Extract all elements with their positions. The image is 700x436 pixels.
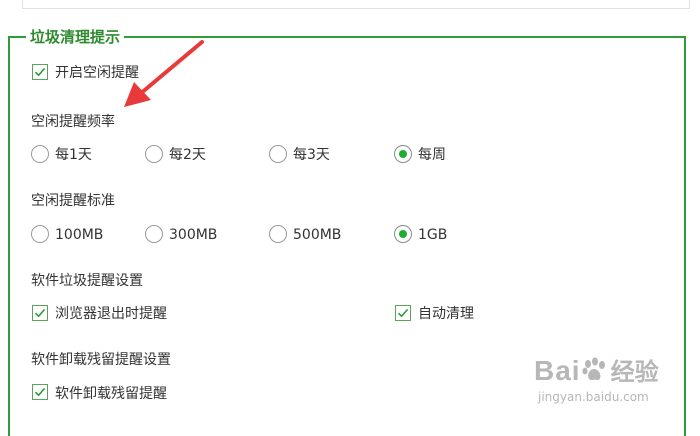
threshold-radio-100mb[interactable]	[31, 225, 49, 243]
checkmark-icon	[34, 308, 46, 318]
frequency-label-3day[interactable]: 每3天	[293, 146, 330, 164]
threshold-radio-500mb[interactable]	[269, 225, 287, 243]
threshold-title: 空闲提醒标准	[31, 193, 115, 209]
frequency-radio-1day[interactable]	[31, 145, 49, 163]
frequency-radio-2day[interactable]	[145, 145, 163, 163]
threshold-label-300mb[interactable]: 300MB	[169, 226, 217, 244]
idle-reminder-checkbox[interactable]	[32, 64, 48, 80]
uninstall-residue-checkbox[interactable]	[32, 384, 48, 400]
threshold-label-500mb[interactable]: 500MB	[293, 226, 341, 244]
checkmark-icon	[34, 387, 46, 397]
threshold-radio-1gb[interactable]	[394, 225, 412, 243]
threshold-label-100mb[interactable]: 100MB	[55, 226, 103, 244]
watermark-brand: Bai	[534, 355, 581, 386]
baidu-jingyan-watermark: Bai 经验 jingyan.baidu.com	[534, 352, 659, 404]
frequency-label-2day[interactable]: 每2天	[169, 146, 206, 164]
threshold-radio-300mb[interactable]	[145, 225, 163, 243]
browser-exit-label[interactable]: 浏览器退出时提醒	[55, 305, 167, 323]
uninstall-residue-title: 软件卸载残留提醒设置	[31, 352, 171, 368]
top-panel-edge	[22, 0, 690, 9]
groupbox-title: 垃圾清理提示	[26, 28, 125, 46]
annotation-arrow-icon	[124, 40, 204, 107]
frequency-radio-weekly[interactable]	[394, 145, 412, 163]
uninstall-residue-label[interactable]: 软件卸载残留提醒	[55, 385, 167, 403]
watermark-url: jingyan.baidu.com	[538, 390, 649, 404]
frequency-label-weekly[interactable]: 每周	[418, 146, 446, 164]
watermark-jingyan: 经验	[610, 358, 659, 386]
auto-clean-checkbox[interactable]	[395, 305, 411, 321]
browser-exit-checkbox[interactable]	[32, 305, 48, 321]
paw-icon	[581, 357, 605, 381]
auto-clean-label[interactable]: 自动清理	[418, 305, 474, 323]
frequency-title: 空闲提醒频率	[31, 114, 115, 130]
checkmark-icon	[397, 308, 409, 318]
frequency-label-1day[interactable]: 每1天	[55, 146, 92, 164]
software-junk-title: 软件垃圾提醒设置	[31, 273, 143, 289]
threshold-label-1gb[interactable]: 1GB	[418, 226, 447, 244]
frequency-radio-3day[interactable]	[269, 145, 287, 163]
checkmark-icon	[34, 67, 46, 77]
